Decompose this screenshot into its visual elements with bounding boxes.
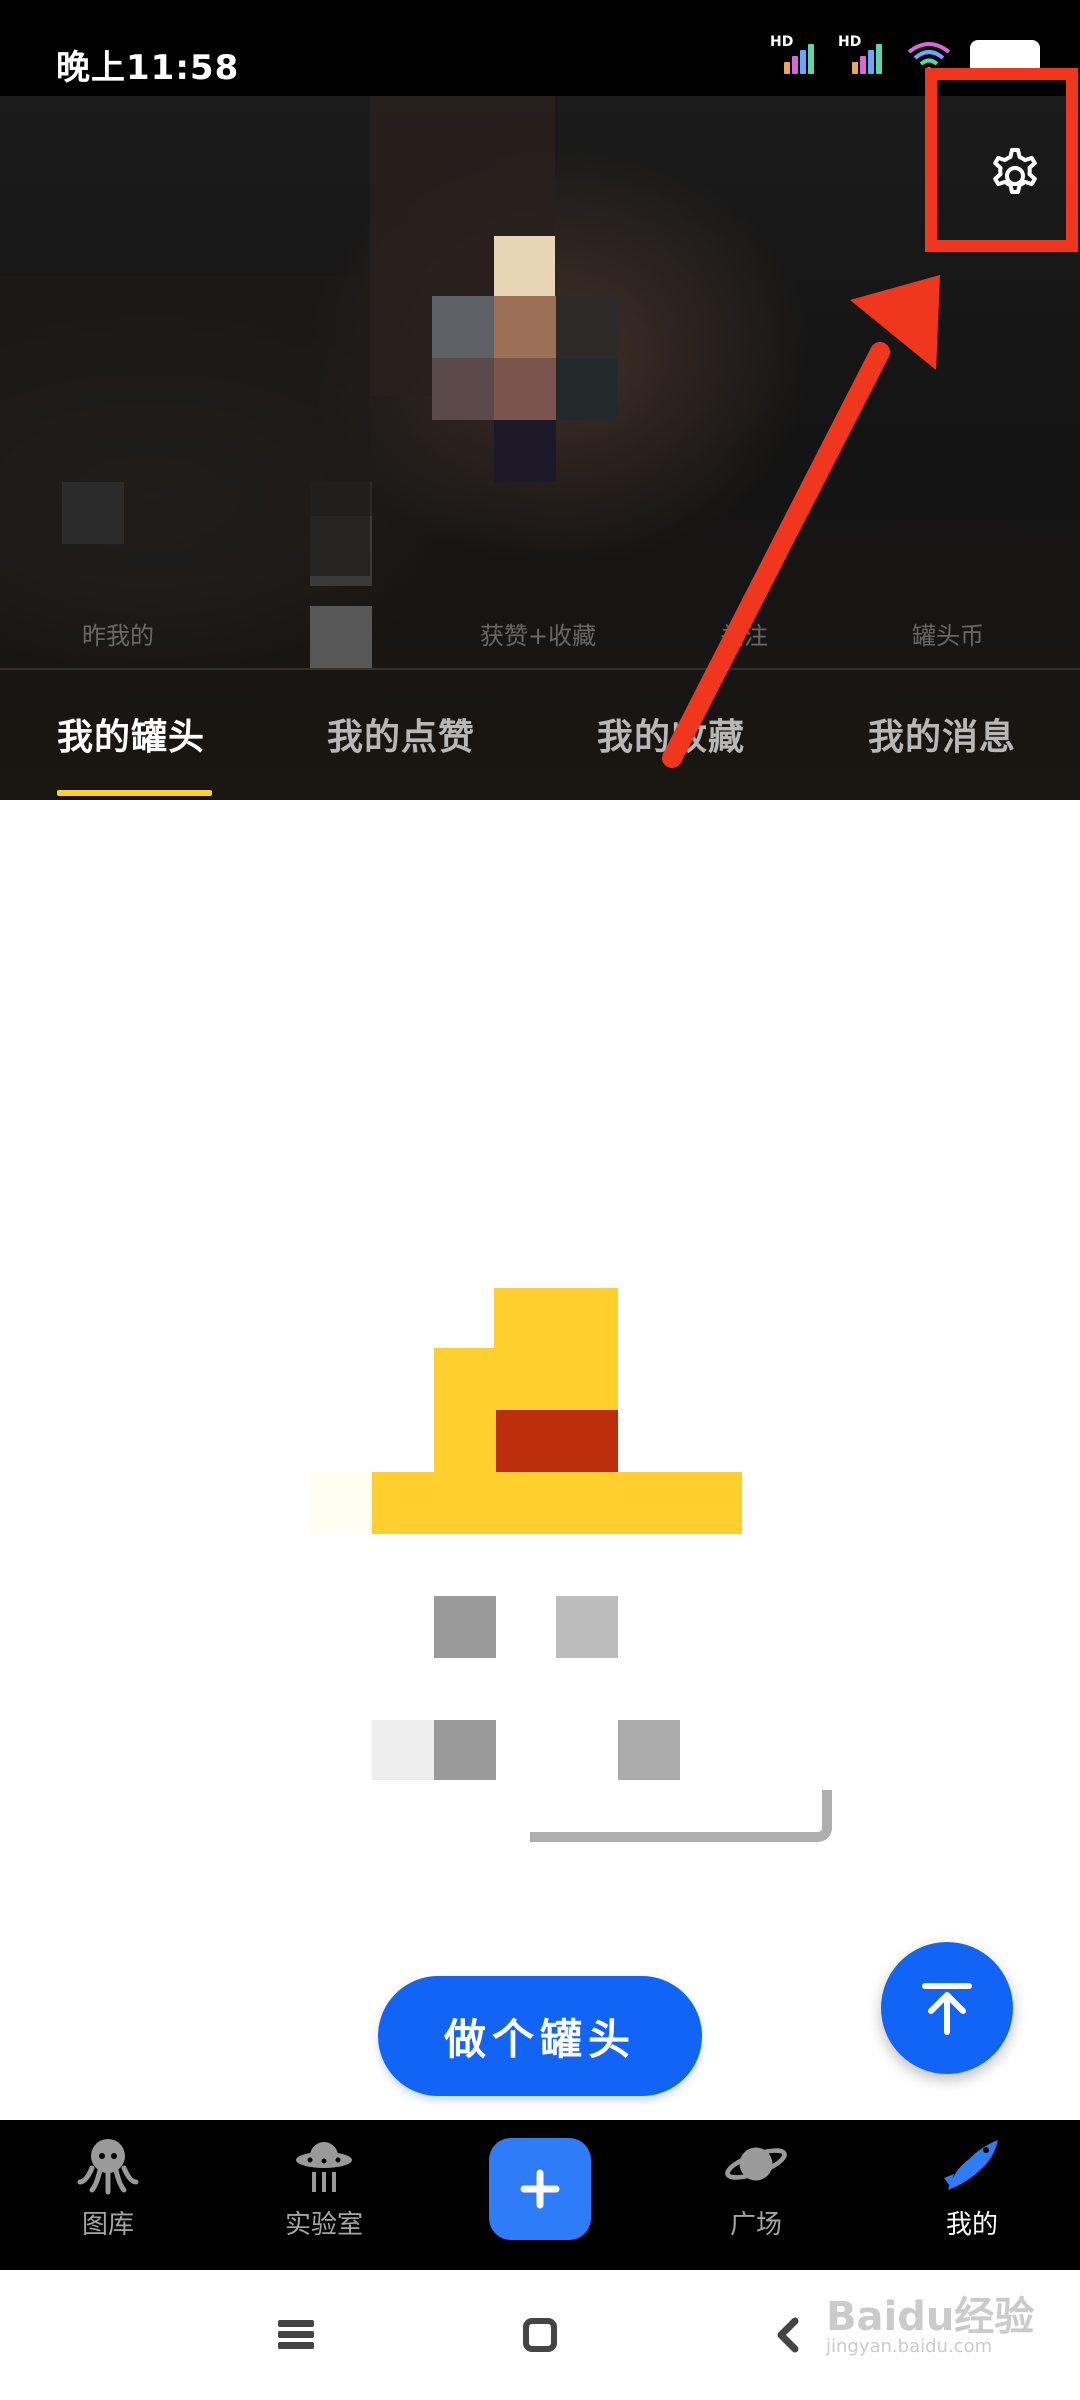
nav-item-square[interactable]: 广场 bbox=[676, 2132, 836, 2262]
profile-tabs: 我的罐头 我的点赞 我的收藏 我的消息 bbox=[0, 696, 1080, 800]
stat-label: 昨我的 bbox=[82, 622, 154, 650]
illustration-frame-edge bbox=[530, 1790, 832, 1842]
signal-hd-label: HD bbox=[770, 34, 794, 50]
nav-label: 图库 bbox=[81, 2210, 134, 2240]
tab-my-likes[interactable]: 我的点赞 bbox=[327, 708, 475, 760]
plus-icon bbox=[520, 2169, 560, 2209]
signal-hd-label: HD bbox=[838, 34, 862, 50]
ufo-icon bbox=[292, 2132, 356, 2196]
back-to-top-button[interactable] bbox=[881, 1942, 1013, 2074]
menu-icon[interactable] bbox=[266, 2310, 326, 2360]
nav-label: 实验室 bbox=[284, 2210, 363, 2240]
signal-icon: HD bbox=[838, 34, 888, 74]
planet-icon bbox=[724, 2132, 788, 2196]
status-bar: 晚上11:58 HD HD bbox=[0, 0, 1080, 96]
stat-label: 罐头币 bbox=[912, 622, 984, 650]
nav-item-mine[interactable]: 我的 bbox=[892, 2132, 1052, 2262]
tab-my-favorites[interactable]: 我的收藏 bbox=[597, 708, 745, 760]
tab-my-messages[interactable]: 我的消息 bbox=[868, 708, 1016, 760]
arrow-up-icon bbox=[922, 1983, 972, 2035]
watermark-url: jingyan.baidu.com bbox=[826, 2336, 993, 2357]
header-divider bbox=[0, 668, 1080, 670]
nav-add-button[interactable] bbox=[489, 2138, 591, 2240]
stat-label: 获赞+收藏 bbox=[480, 622, 597, 650]
annotation-highlight-box bbox=[925, 68, 1078, 252]
tab-indicator bbox=[57, 790, 212, 796]
nav-item-lab[interactable]: 实验室 bbox=[244, 2132, 404, 2262]
nav-label: 我的 bbox=[945, 2210, 998, 2240]
nav-label: 广场 bbox=[729, 2210, 782, 2240]
profile-stats: 昨我的 获赞+收藏 关注 罐头币 bbox=[0, 606, 1080, 656]
make-can-button[interactable]: 做个罐头 bbox=[378, 1976, 702, 2096]
signal-icon: HD bbox=[770, 34, 820, 74]
home-icon[interactable] bbox=[510, 2310, 570, 2360]
bottom-navigation: 图库 实验室 广场 我的 bbox=[0, 2120, 1080, 2270]
watermark-logo: Baidu经验 bbox=[826, 2294, 1035, 2340]
status-time: 晚上11:58 bbox=[56, 48, 240, 88]
empty-state-illustration bbox=[248, 1170, 832, 1845]
profile-header: 昨我的 获赞+收藏 关注 罐头币 我的罐头 我的点赞 我的收藏 我的消息 bbox=[0, 96, 1080, 800]
fish-icon bbox=[940, 2132, 1004, 2196]
back-icon[interactable] bbox=[758, 2310, 818, 2360]
octopus-icon bbox=[76, 2132, 140, 2196]
tab-my-cans[interactable]: 我的罐头 bbox=[57, 708, 205, 760]
stat-label: 关注 bbox=[720, 622, 768, 650]
nav-item-gallery[interactable]: 图库 bbox=[28, 2132, 188, 2262]
